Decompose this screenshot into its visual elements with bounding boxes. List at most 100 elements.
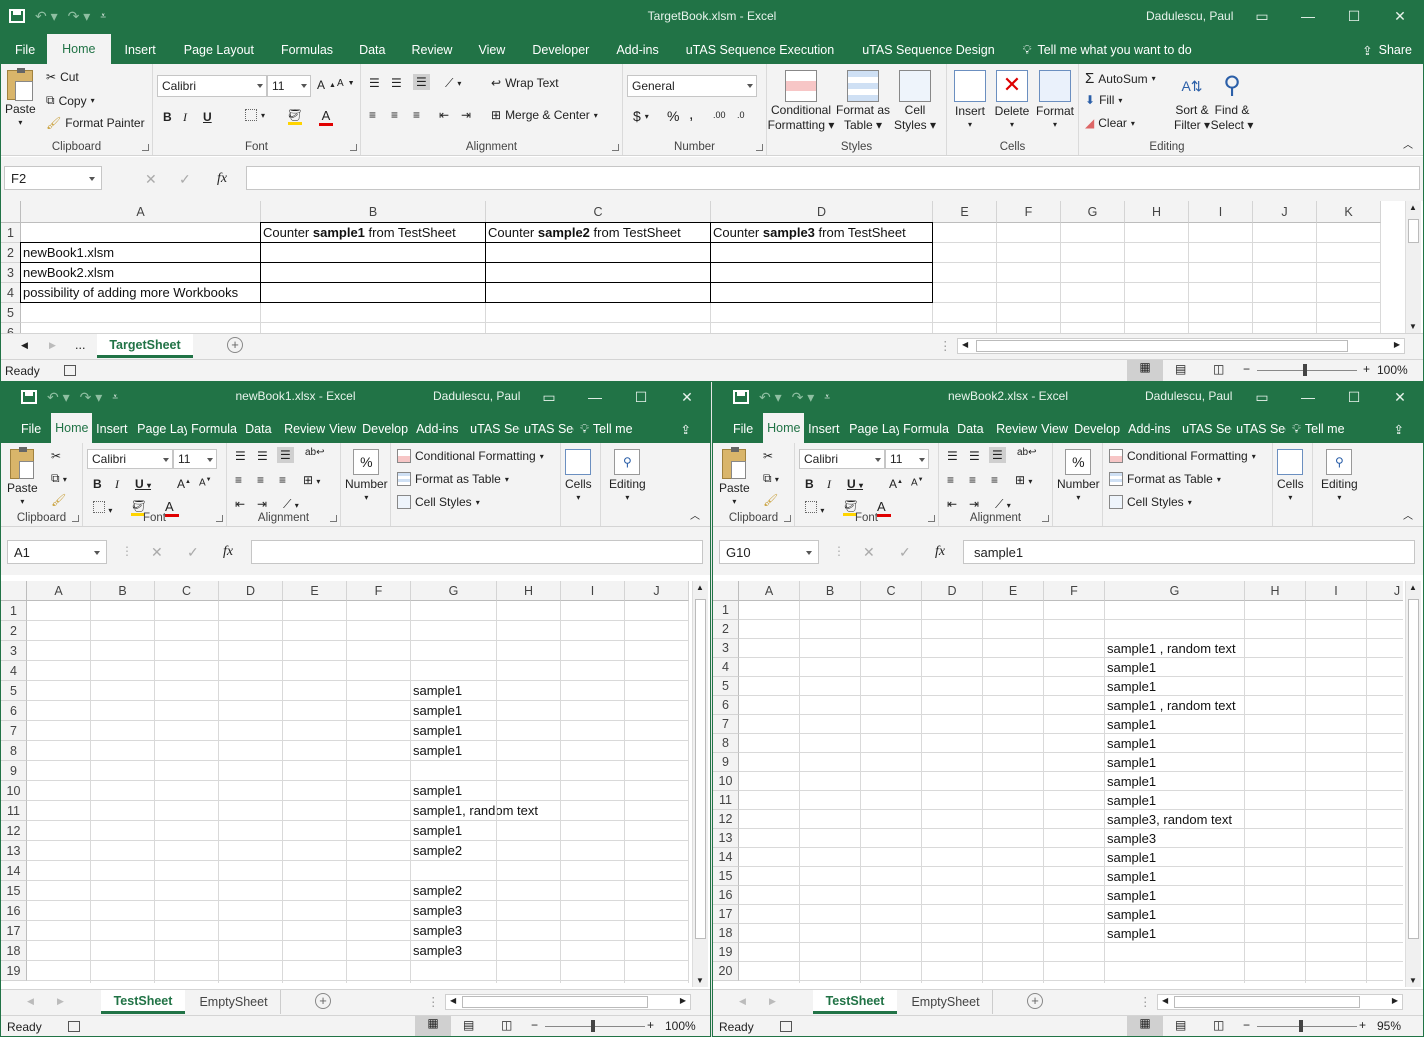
cell-g11[interactable]: sample1	[1105, 791, 1156, 810]
cell-g8[interactable]: sample1	[411, 741, 462, 761]
column-header[interactable]: A	[27, 581, 91, 601]
row-header[interactable]: 11	[713, 791, 739, 810]
column-header[interactable]: C	[861, 581, 922, 601]
cell-g16[interactable]: sample3	[411, 901, 462, 921]
tab-page-layout[interactable]: Page Lay	[133, 415, 187, 443]
column-header[interactable]: B	[261, 201, 486, 223]
collapse-ribbon-icon[interactable]: ︿	[1403, 507, 1413, 522]
cell-g4[interactable]	[411, 661, 413, 681]
tab-page-layout[interactable]: Page Lay	[845, 415, 899, 443]
decrease-decimal-icon[interactable]: .0	[737, 110, 745, 120]
middle-align-icon[interactable]: ☰	[257, 449, 268, 463]
split-handle[interactable]: ⋮	[939, 338, 952, 353]
row-header[interactable]: 4	[1, 661, 27, 681]
top-align-icon[interactable]: ☰	[369, 76, 380, 90]
increase-font-icon[interactable]: A▲	[889, 477, 903, 491]
row-header[interactable]: 2	[713, 620, 739, 639]
font-name-combo[interactable]: Calibri	[87, 449, 173, 469]
cell-g16[interactable]: sample1	[1105, 886, 1156, 905]
cancel-edit-icon[interactable]: ✕	[151, 544, 163, 561]
currency-button[interactable]: $ ▾	[633, 108, 649, 124]
row-header[interactable]: 4	[713, 658, 739, 677]
page-break-icon[interactable]: ◫	[501, 1018, 512, 1032]
scroll-sheets-left-icon[interactable]: ◀	[27, 996, 34, 1007]
find-select-button[interactable]: ⚲ Find & Select ▾	[1211, 70, 1254, 132]
underline-button[interactable]: U	[203, 110, 212, 124]
format-painter-icon[interactable]: 🖌︎	[763, 493, 778, 507]
cell-g12[interactable]: sample1	[411, 821, 462, 841]
delete-cells-button[interactable]: ✕ Delete ▾	[993, 70, 1031, 129]
column-header[interactable]: H	[1245, 581, 1306, 601]
merge-icon[interactable]: ⊞ ▾	[303, 473, 320, 487]
tab-add-ins[interactable]: Add-ins	[1124, 415, 1178, 443]
middle-align-icon[interactable]: ☰	[969, 449, 980, 463]
tab-data[interactable]: Data	[953, 415, 992, 443]
cut-button[interactable]: ✂ Cut	[46, 70, 79, 84]
align-left-icon[interactable]: ≡	[369, 108, 376, 122]
tab-formulas[interactable]: Formula	[899, 415, 953, 443]
scroll-sheets-right-icon[interactable]: ▶	[57, 996, 64, 1007]
decrease-indent-icon[interactable]: ⇤	[235, 497, 245, 511]
row-header[interactable]: 20	[713, 962, 739, 981]
column-header[interactable]: C	[486, 201, 711, 223]
conditional-formatting-button[interactable]: Conditional Formatting ▾	[397, 449, 544, 463]
fx-icon[interactable]: fx	[223, 544, 233, 560]
confirm-edit-icon[interactable]: ✓	[899, 544, 911, 561]
ribbon-display-icon[interactable]: ▭	[1239, 1, 1285, 31]
tab-review[interactable]: Review	[398, 36, 465, 64]
normal-view-icon[interactable]: ▦	[415, 1016, 451, 1036]
maximize-button[interactable]: ☐	[1331, 1, 1377, 31]
decrease-font-icon[interactable]: A▼	[337, 78, 355, 89]
decrease-font-icon[interactable]: A▼	[911, 477, 924, 488]
cell-styles-button[interactable]: Cell Styles ▾	[893, 70, 937, 132]
row-header[interactable]: 10	[713, 772, 739, 791]
cell-g2[interactable]	[1105, 620, 1107, 639]
zoom-in-button[interactable]: +	[1359, 1018, 1366, 1032]
vertical-scrollbar[interactable]: ▲ ▼	[1405, 201, 1421, 333]
alignment-launcher[interactable]	[612, 144, 619, 151]
maximize-button[interactable]: ☐	[1331, 383, 1377, 411]
paste-button[interactable]: Paste ▾	[5, 68, 36, 127]
column-header[interactable]: I	[1306, 581, 1367, 601]
number-launcher[interactable]	[756, 144, 763, 151]
row-header[interactable]: 17	[713, 905, 739, 924]
row-header[interactable]: 8	[1, 741, 27, 761]
number-format-combo[interactable]: General	[627, 75, 757, 97]
cell-a4[interactable]: possibility of adding more Workbooks	[21, 283, 238, 303]
bold-button[interactable]: B	[805, 477, 814, 491]
fill-color-icon[interactable]: 🪣︎	[287, 108, 302, 125]
tab-utas-sequence-design[interactable]: uTAS Sequence Design	[848, 36, 1009, 64]
row-header[interactable]: 9	[1, 761, 27, 781]
customize-qat-icon[interactable]: ⩡	[824, 392, 830, 403]
align-left-icon[interactable]: ≡	[235, 473, 242, 487]
column-header[interactable]: B	[800, 581, 861, 601]
share-button[interactable]: ⇪ Share	[1351, 36, 1423, 64]
customize-qat-icon[interactable]: ⩡	[112, 392, 118, 403]
horizontal-scrollbar[interactable]: ◀ ▶	[957, 338, 1405, 354]
more-sheets-ellipsis[interactable]: ...	[75, 338, 85, 352]
tab-review[interactable]: Review	[992, 415, 1037, 443]
row-header[interactable]: 6	[1, 323, 21, 333]
zoom-in-button[interactable]: +	[1363, 362, 1370, 376]
copy-icon[interactable]: ⧉ ▾	[763, 471, 779, 486]
wrap-text-icon[interactable]: ab↩	[305, 447, 325, 458]
percent-button[interactable]: %	[667, 108, 679, 124]
column-header[interactable]: K	[1317, 201, 1381, 223]
header-cell-c1[interactable]: Counter sample2 from TestSheet	[486, 223, 681, 243]
cell-g17[interactable]: sample1	[1105, 905, 1156, 924]
fx-icon[interactable]: fx	[935, 544, 945, 560]
tell-me-box[interactable]: 💡︎ Tell me	[574, 415, 638, 443]
tab-view[interactable]: View	[1037, 415, 1070, 443]
share-icon[interactable]: ⇪	[670, 415, 702, 443]
format-cells-button[interactable]: Format ▾	[1035, 70, 1075, 129]
close-button[interactable]: ✕	[1377, 383, 1423, 411]
alignment-launcher[interactable]	[1042, 515, 1049, 522]
tab-home[interactable]: Home	[51, 413, 93, 443]
decrease-font-icon[interactable]: A▼	[199, 477, 212, 488]
save-icon[interactable]	[21, 390, 37, 404]
tab-view[interactable]: View	[325, 415, 358, 443]
tab-add-ins[interactable]: Add-ins	[412, 415, 466, 443]
number-button[interactable]: % Number ▾	[1057, 449, 1100, 502]
tab-page-layout[interactable]: Page Layout	[170, 36, 268, 64]
horizontal-scrollbar[interactable]: ◀ ▶	[445, 994, 691, 1010]
